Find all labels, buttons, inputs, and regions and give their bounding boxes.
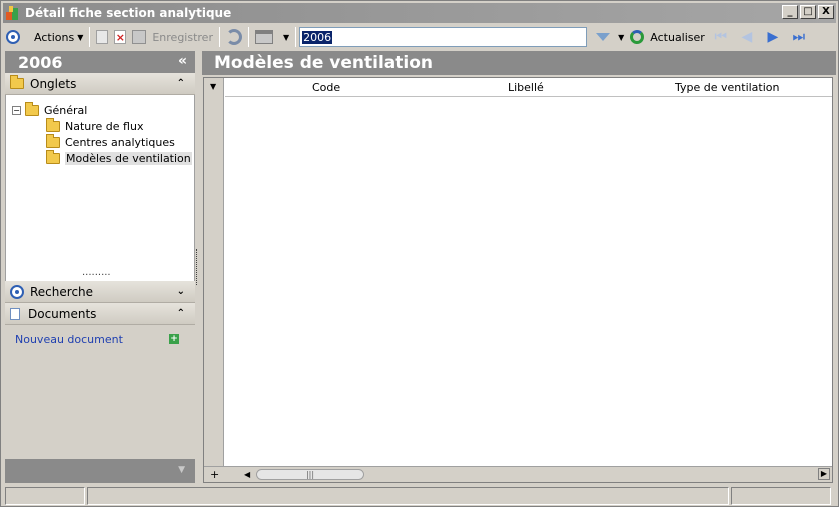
last-record-icon[interactable]: ⏭ xyxy=(786,29,812,45)
status-cell xyxy=(5,487,85,505)
toolbar-separator xyxy=(218,27,220,47)
window-title: Détail fiche section analytique xyxy=(25,6,232,20)
save-icon xyxy=(132,30,147,44)
first-record-icon[interactable]: ⏮ xyxy=(708,29,734,45)
folder-icon xyxy=(46,117,60,132)
tree-item-centres-analytiques[interactable]: Centres analytiques xyxy=(46,133,175,150)
scroll-right-icon[interactable]: ▶ xyxy=(818,468,830,480)
status-cell xyxy=(731,487,831,505)
actions-label: Actions xyxy=(34,30,75,44)
maximize-button[interactable]: □ xyxy=(800,5,816,19)
grid-row-selector-column: ▼ xyxy=(204,78,224,468)
toolbar-separator xyxy=(247,27,249,47)
data-grid: ▼ Code Libellé Type de ventilation + ◀ |… xyxy=(203,77,833,483)
actions-icon xyxy=(6,30,20,44)
left-panel-header: 2006 « xyxy=(5,51,195,73)
grid-header: Code Libellé Type de ventilation xyxy=(225,78,832,97)
filter-icon xyxy=(596,33,611,41)
folder-icon xyxy=(46,133,60,148)
document-icon xyxy=(96,30,109,44)
left-panel-footer: ▼ xyxy=(5,459,195,483)
search-section-header[interactable]: Recherche ⌄ xyxy=(5,281,195,303)
chevron-down-icon: ▼ xyxy=(77,32,84,42)
sync-button[interactable] xyxy=(223,26,245,48)
search-section-label: Recherche xyxy=(30,284,94,299)
scroll-left-icon[interactable]: ◀ xyxy=(244,470,250,479)
chevron-down-icon: ▼ xyxy=(618,32,625,42)
close-button[interactable]: X xyxy=(818,5,834,19)
record-title: 2006 xyxy=(18,52,63,72)
collapse-tree-icon[interactable]: − xyxy=(12,105,21,115)
tree-item-nature-de-flux[interactable]: Nature de flux xyxy=(46,117,144,134)
status-cell xyxy=(87,487,729,505)
save-label: Enregistrer xyxy=(152,30,213,44)
save-button[interactable]: Enregistrer xyxy=(129,26,216,48)
chevron-up-icon: ⌃ xyxy=(176,308,185,319)
delete-icon: × xyxy=(114,30,127,44)
tabs-tree: − Général Nature de flux Centres analyti… xyxy=(5,95,195,275)
add-icon[interactable]: + xyxy=(169,334,179,344)
documents-section-label: Documents xyxy=(28,306,97,321)
toolbar-separator xyxy=(89,27,91,47)
app-logo-icon xyxy=(5,5,21,21)
delete-button[interactable]: × xyxy=(111,26,129,48)
refresh-icon xyxy=(630,30,645,44)
search-value: 2006 xyxy=(302,30,333,44)
tree-item-label: Nature de flux xyxy=(65,119,144,133)
previous-record-icon[interactable]: ◀ xyxy=(734,29,760,45)
chevron-down-icon: ⌄ xyxy=(176,286,185,297)
tree-item-label: Centres analytiques xyxy=(65,135,175,149)
minimize-button[interactable]: _ xyxy=(782,5,798,19)
documents-panel: Nouveau document + xyxy=(5,325,195,465)
folder-icon xyxy=(10,75,24,89)
page-title: Modèles de ventilation xyxy=(214,53,434,73)
column-header-type[interactable]: Type de ventilation xyxy=(675,81,780,94)
next-record-icon[interactable]: ▶ xyxy=(760,29,786,45)
sync-icon xyxy=(225,29,242,45)
tabs-section-header[interactable]: Onglets ⌃ xyxy=(5,73,195,95)
app-window: Détail fiche section analytique _ □ X Ac… xyxy=(0,0,839,507)
printer-icon xyxy=(254,30,273,44)
column-chooser-icon[interactable]: ▼ xyxy=(210,82,216,91)
tree-item-general[interactable]: − Général xyxy=(12,101,88,118)
print-button[interactable]: ▼ xyxy=(252,26,292,48)
new-document-link[interactable]: Nouveau document xyxy=(15,333,123,346)
collapse-panel-icon[interactable]: « xyxy=(178,53,187,69)
scroll-thumb[interactable]: ||| xyxy=(256,469,364,480)
column-header-libelle[interactable]: Libellé xyxy=(508,81,544,94)
search-input[interactable]: 2006 xyxy=(299,27,588,47)
toolbar: Actions ▼ × Enregistrer ▼ 2006 ▼ Actuali… xyxy=(3,25,836,49)
tree-item-modeles-de-ventilation[interactable]: Modèles de ventilation xyxy=(46,149,192,166)
horizontal-scrollbar[interactable]: + ◀ ||| ▶ xyxy=(204,466,832,482)
column-header-code[interactable]: Code xyxy=(312,81,340,94)
chevron-up-icon: ⌃ xyxy=(176,78,185,89)
chevron-down-icon: ▼ xyxy=(282,32,290,42)
search-section-icon xyxy=(10,284,24,299)
tree-item-label: Général xyxy=(44,103,88,117)
tree-item-label: Modèles de ventilation xyxy=(65,151,192,165)
documents-section-header[interactable]: Documents ⌃ xyxy=(5,303,195,325)
folder-icon xyxy=(25,101,39,116)
left-panel: 2006 « Onglets ⌃ − Général Nature de flu… xyxy=(5,51,195,483)
new-document-button[interactable] xyxy=(93,26,111,48)
open-folder-icon xyxy=(46,149,60,164)
main-panel-header: Modèles de ventilation xyxy=(202,51,836,75)
status-bar xyxy=(5,487,834,505)
refresh-button[interactable]: Actualiser xyxy=(627,26,708,48)
refresh-label: Actualiser xyxy=(650,30,705,44)
title-bar[interactable]: Détail fiche section analytique _ □ X xyxy=(3,3,836,23)
filter-button[interactable]: ▼ xyxy=(591,26,627,48)
tabs-section-label: Onglets xyxy=(30,76,77,91)
add-row-icon[interactable]: + xyxy=(210,468,219,481)
actions-menu-button[interactable]: Actions ▼ xyxy=(3,26,86,48)
dropdown-arrow-icon[interactable]: ▼ xyxy=(178,465,185,475)
document-icon xyxy=(10,307,20,320)
toolbar-separator xyxy=(295,27,297,47)
vertical-splitter[interactable] xyxy=(196,249,199,285)
